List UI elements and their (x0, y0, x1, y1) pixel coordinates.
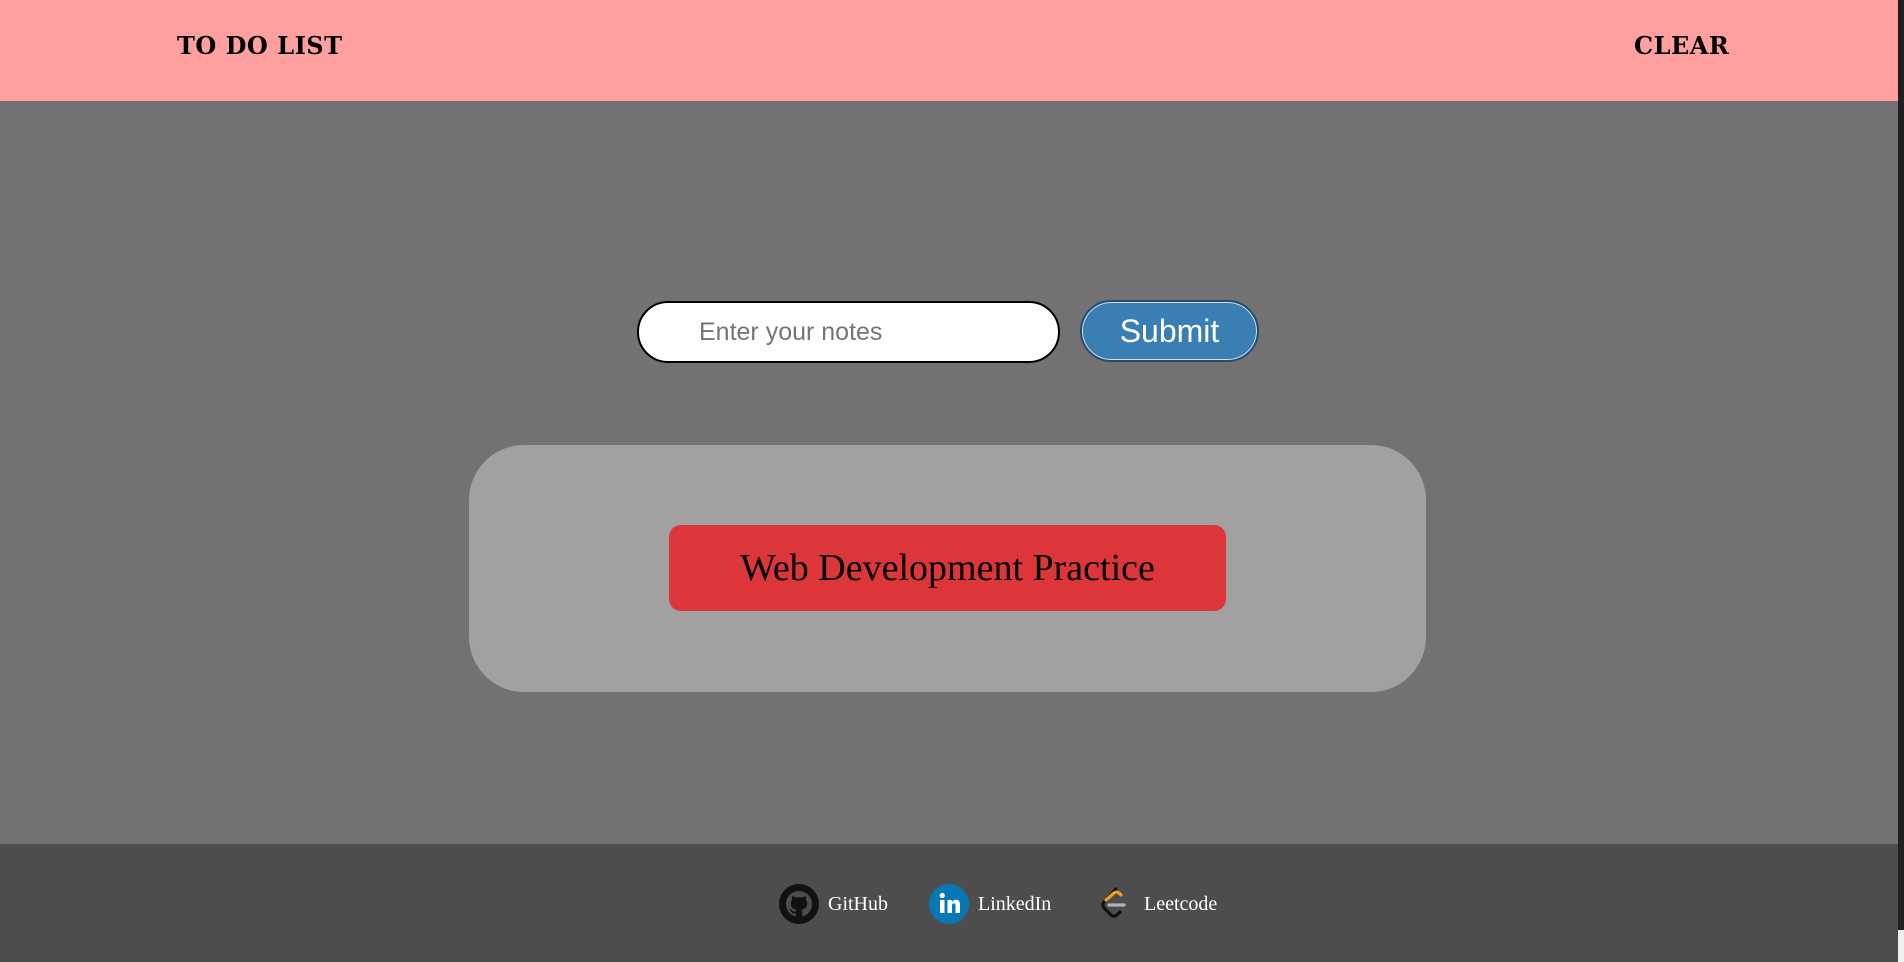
linkedin-label: LinkedIn (978, 892, 1052, 915)
linkedin-icon (928, 883, 970, 925)
navbar: TO DO LIST CLEAR (0, 0, 1898, 101)
submit-button[interactable]: Submit (1080, 300, 1259, 362)
leetcode-link[interactable]: Leetcode (1094, 883, 1217, 925)
notes-input[interactable] (637, 301, 1060, 363)
linkedin-link[interactable]: LinkedIn (928, 883, 1051, 925)
note-item[interactable]: Web Development Practice (669, 525, 1226, 611)
leetcode-icon (1094, 883, 1136, 925)
window-corner (1898, 930, 1904, 962)
window-edge (1898, 0, 1904, 962)
github-link[interactable]: GitHub (778, 883, 888, 925)
github-icon (778, 883, 820, 925)
leetcode-label: Leetcode (1144, 892, 1218, 915)
github-label: GitHub (828, 892, 888, 915)
clear-button[interactable]: CLEAR (1634, 31, 1729, 60)
page: TO DO LIST CLEAR Submit Web Development … (0, 0, 1904, 962)
nav-title: TO DO LIST (177, 31, 343, 60)
